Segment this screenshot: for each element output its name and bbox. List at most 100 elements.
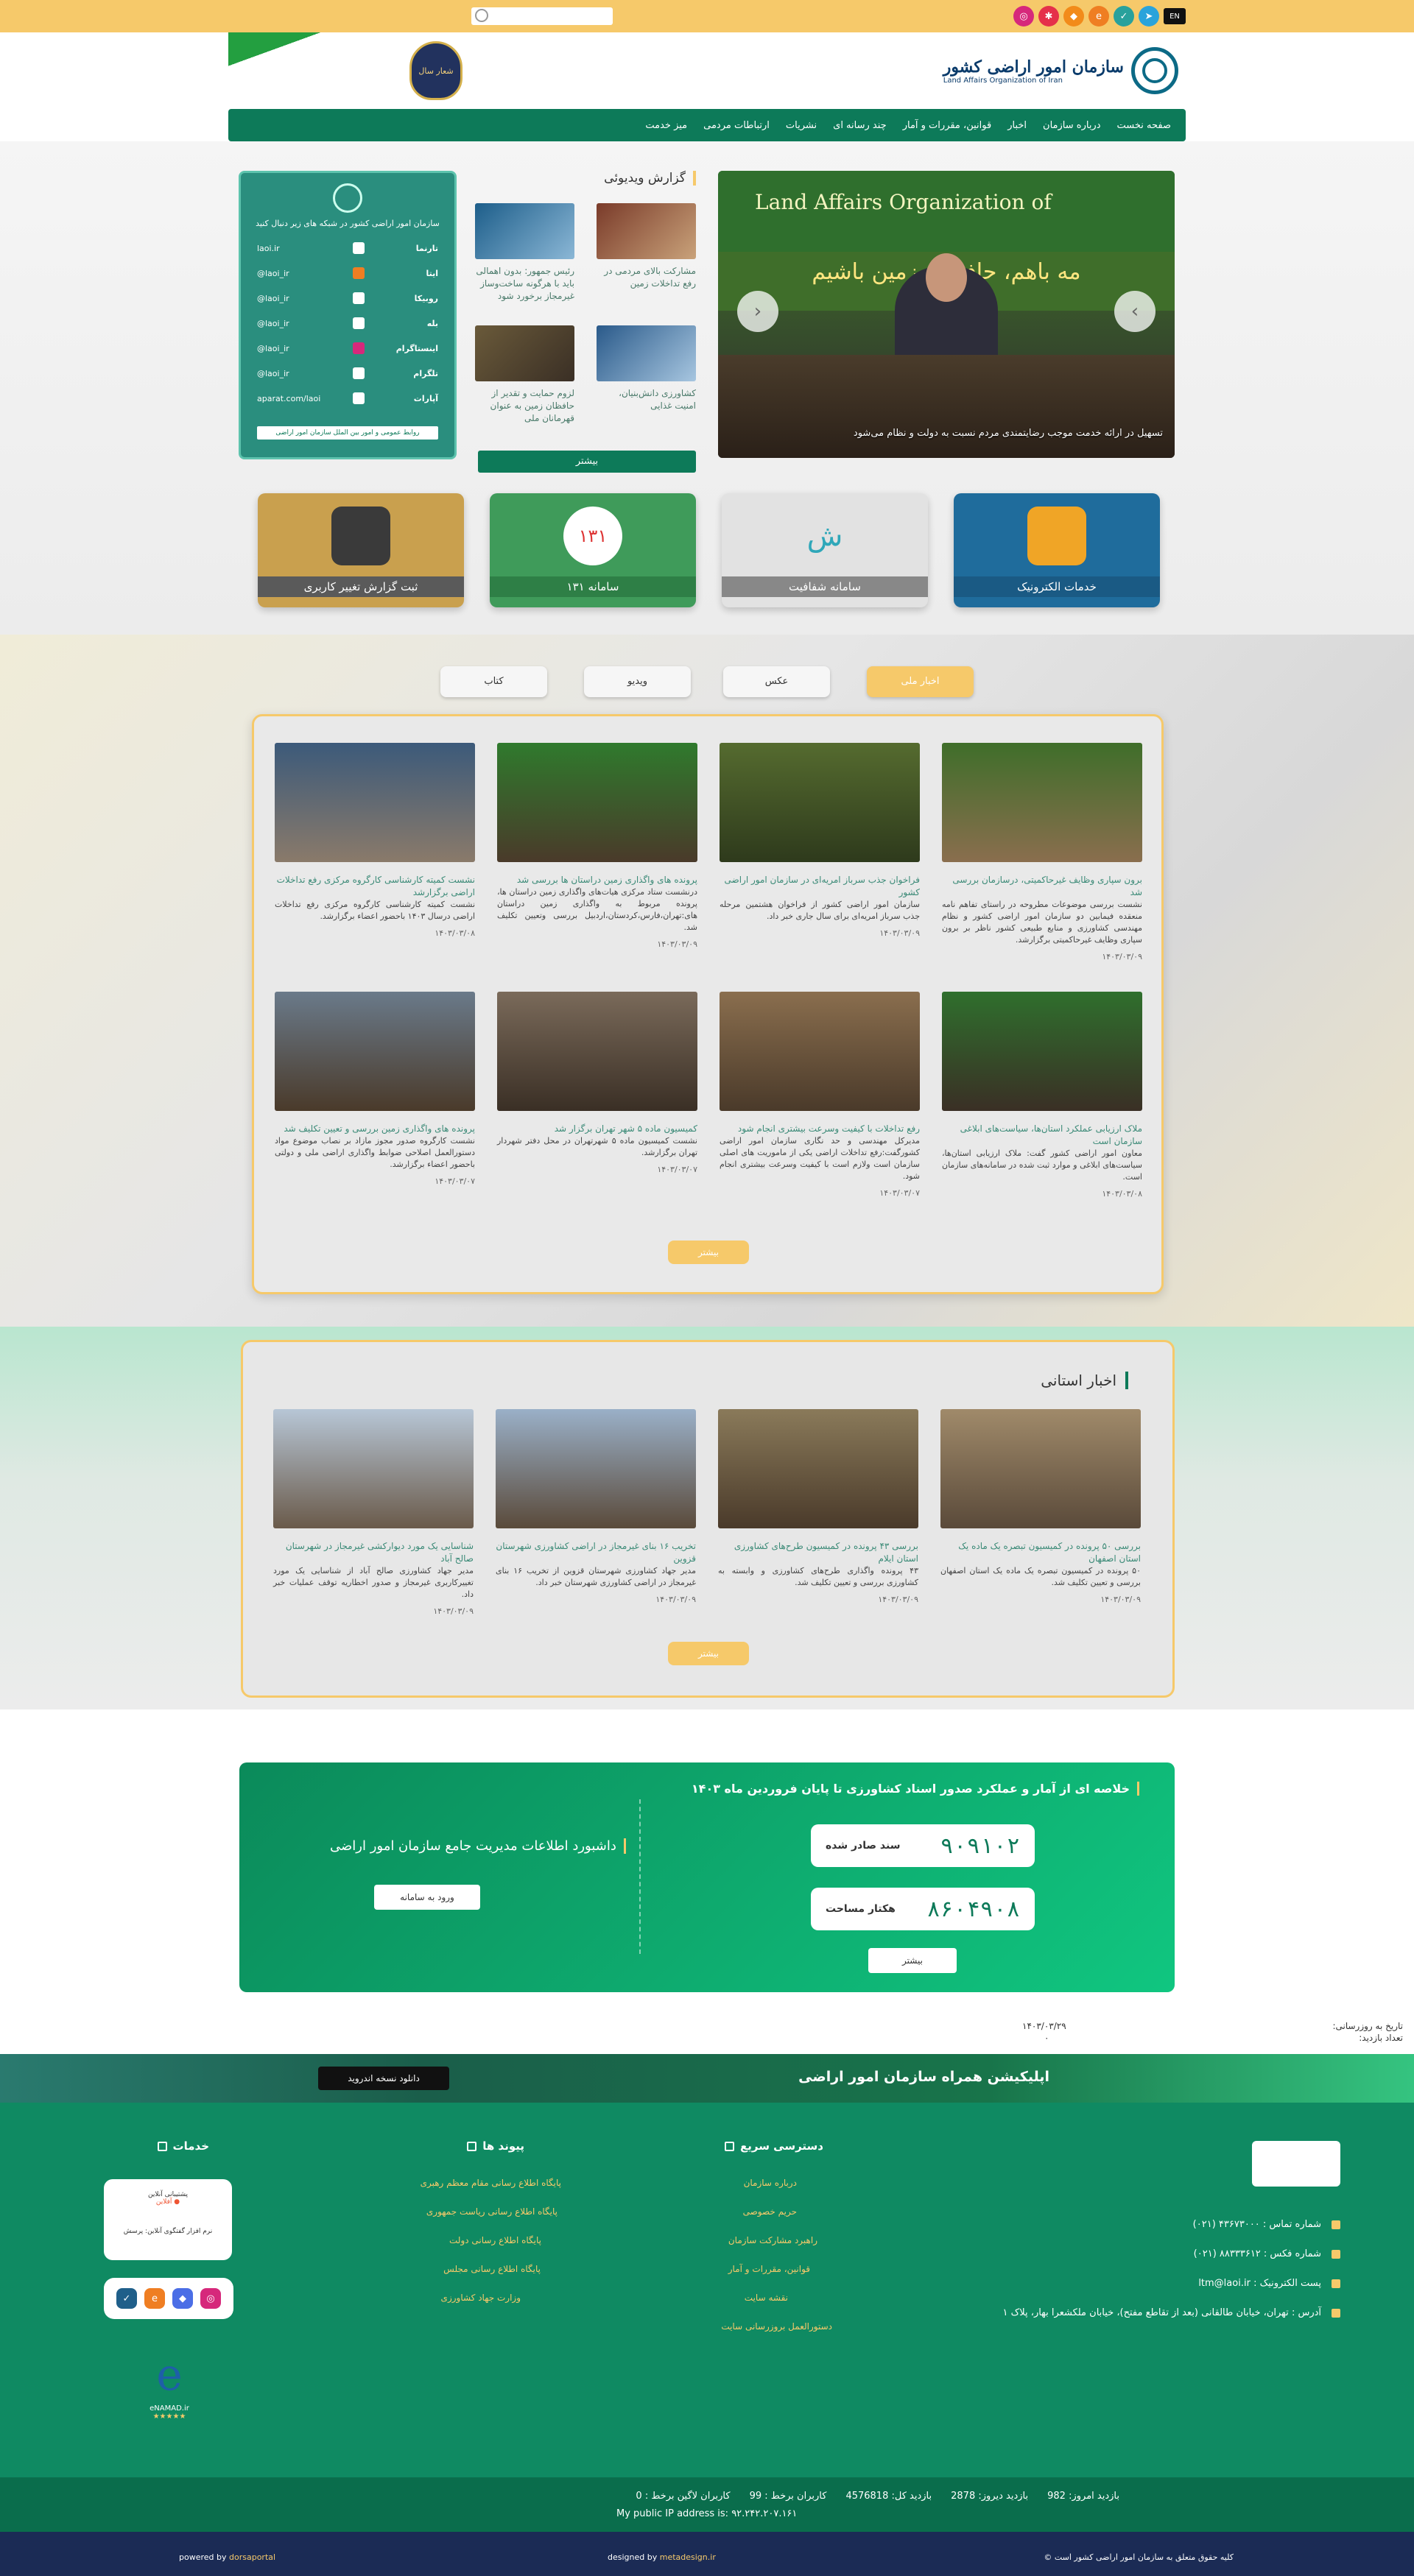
footer-link[interactable]: پایگاه اطلاع رسانی ریاست جمهوری [426,2206,557,2217]
news-title[interactable]: تخریب ۱۶ بنای غیرمجاز در اراضی کشاورزی ش… [496,1540,696,1565]
news-thumbnail[interactable] [720,992,920,1111]
social-value[interactable]: aparat.com/laoi [257,394,342,403]
footer-link[interactable]: درباره سازمان [744,2178,797,2188]
footer-link[interactable]: پایگاه اطلاع رسانی مجلس [443,2264,541,2274]
footer-link[interactable]: قوانین، مقررات و آمار [728,2264,810,2274]
tab-national-news[interactable]: اخبار ملی [867,666,974,697]
rubika-icon[interactable]: ◆ [1063,6,1084,27]
stats-more-button[interactable]: بیشتر [868,1948,957,1973]
social-row-rubika[interactable]: روبیکا @laoi_ir [241,286,454,311]
news-thumbnail[interactable] [496,1409,696,1528]
news-thumbnail[interactable] [275,992,475,1111]
language-button[interactable]: EN [1164,8,1186,24]
online-chat-widget[interactable]: پشتیبانی آنلاین ● آفلاین نرم افزار گفتگو… [104,2179,232,2260]
footer-link[interactable]: پایگاه اطلاع رسانی مقام معظم رهبری [421,2178,561,2188]
news-card[interactable]: فراخوان جذب سرباز امریه‌ای در سازمان امو… [720,743,920,938]
social-value[interactable]: @laoi_ir [257,269,342,278]
news-thumbnail[interactable] [273,1409,474,1528]
nav-news[interactable]: اخبار [1007,120,1027,131]
nav-laws[interactable]: قوانین، مقررات و آمار [903,120,992,131]
video-thumbnail[interactable] [475,325,574,381]
social-row-telegram[interactable]: تلگرام @laoi_ir [241,361,454,386]
news-card[interactable]: کمیسیون ماده ۵ شهر تهران برگزار شد نشست … [497,992,697,1174]
search-icon[interactable] [475,9,488,22]
video-item[interactable]: مشارکت بالای مردمی در رفع تداخلات زمین [597,203,696,290]
footer-logo[interactable] [1252,2141,1340,2187]
video-more-button[interactable]: بیشتر [478,451,696,473]
video-thumbnail[interactable] [597,325,696,381]
social-row-eitaa[interactable]: ایتا @laoi_ir [241,261,454,286]
news-thumbnail[interactable] [497,743,697,862]
footer-link[interactable]: وزارت جهاد کشاورزی [441,2293,521,2303]
news-title[interactable]: کمیسیون ماده ۵ شهر تهران برگزار شد [497,1123,697,1135]
news-thumbnail[interactable] [275,743,475,862]
nav-about[interactable]: درباره سازمان [1043,120,1100,131]
video-thumbnail[interactable] [597,203,696,259]
nav-multimedia[interactable]: چند رسانه ای [833,120,887,131]
news-thumbnail[interactable] [940,1409,1141,1528]
provincial-more-button[interactable]: بیشتر [668,1642,749,1665]
footer-link[interactable]: حریم خصوصی [743,2206,797,2217]
email-value[interactable]: ltm@laoi.ir [1198,2278,1251,2289]
slider-prev-button[interactable]: ‹ [737,291,778,332]
news-thumbnail[interactable] [497,992,697,1111]
bale-icon[interactable]: ✓ [116,2288,137,2309]
news-title[interactable]: بررسی ۴۳ پرونده در کمیسیون طرح‌های کشاور… [718,1540,918,1565]
news-title[interactable]: فراخوان جذب سرباز امریه‌ای در سازمان امو… [720,874,920,899]
bale-icon[interactable]: ✓ [1114,6,1134,27]
news-thumbnail[interactable] [942,992,1142,1111]
social-value[interactable]: @laoi_ir [257,294,342,303]
social-row-website[interactable]: تارنما laoi.ir [241,236,454,261]
social-row-bale[interactable]: بله @laoi_ir [241,311,454,336]
news-title[interactable]: ملاک ارزیابی عملکرد استان‌ها، سیاست‌های … [942,1123,1142,1148]
nav-home[interactable]: صفحه نخست [1117,120,1171,131]
nav-service-desk[interactable]: میز خدمت [645,120,687,131]
video-title[interactable]: لزوم حمایت و تقدیر از حافظان زمین به عنو… [475,387,574,425]
news-title[interactable]: برون سپاری وظایف غیرحاکمیتی، درسازمان بر… [942,874,1142,899]
aparat-icon[interactable]: ✱ [1038,6,1059,27]
tab-video[interactable]: ویدیو [584,666,691,697]
telegram-icon[interactable]: ➤ [1139,6,1159,27]
news-card[interactable]: بررسی ۵۰ پرونده در کمیسیون تبصره یک ماده… [940,1409,1141,1604]
android-download-button[interactable]: دانلود نسخه اندروید [318,2067,449,2090]
service-land-use-report[interactable]: ثبت گزارش تغییر کاربری [258,493,464,607]
footer-link[interactable]: دستورالعمل بروزرسانی سایت [721,2321,832,2332]
service-transparency[interactable]: ش سامانه شفافیت [722,493,928,607]
news-card[interactable]: تخریب ۱۶ بنای غیرمجاز در اراضی کشاورزی ش… [496,1409,696,1604]
social-row-aparat[interactable]: آپارات aparat.com/laoi [241,386,454,411]
news-title[interactable]: پرونده های واگذاری زمین بررسی و تعیین تک… [275,1123,475,1135]
social-row-instagram[interactable]: اینستاگرام @laoi_ir [241,336,454,361]
news-title[interactable]: نشست کمیته کارشناسی کارگروه مرکزی رفع تد… [275,874,475,899]
nav-public-relations[interactable]: ارتباطات مردمی [703,120,770,131]
site-logo[interactable]: سازمان امور اراضی کشور Land Affairs Orga… [943,47,1178,94]
news-card[interactable]: شناسایی یک مورد دیوارکشی غیرمجاز در شهرس… [273,1409,474,1616]
news-slider[interactable]: Land Affairs Organization of مه باهم، حا… [718,171,1175,458]
footer-link[interactable]: راهبرد مشارکت سازمان [728,2235,817,2245]
news-card[interactable]: نشست کمیته کارشناسی کارگروه مرکزی رفع تد… [275,743,475,938]
national-news-more-button[interactable]: بیشتر [668,1241,749,1264]
tab-photo[interactable]: عکس [723,666,830,697]
news-card[interactable]: پرونده های واگذاری زمین بررسی و تعیین تک… [275,992,475,1186]
news-title[interactable]: بررسی ۵۰ پرونده در کمیسیون تبصره یک ماده… [940,1540,1141,1565]
video-thumbnail[interactable] [475,203,574,259]
footer-link[interactable]: نقشه سایت [745,2293,788,2303]
video-title[interactable]: مشارکت بالای مردمی در رفع تداخلات زمین [597,265,696,290]
slider-next-button[interactable]: › [1114,291,1156,332]
service-e-services[interactable]: خدمات الکترونیک [954,493,1160,607]
footer-link[interactable]: پایگاه اطلاع رسانی دولت [449,2235,541,2245]
news-card[interactable]: رفع تداخلات با کیفیت وسرعت بیشتری انجام … [720,992,920,1198]
designed-by-link[interactable]: metadesign.ir [660,2552,716,2562]
eitaa-icon[interactable]: e [1088,6,1109,27]
instagram-icon[interactable]: ◎ [200,2288,221,2309]
slider-caption[interactable]: تسهیل در ارائه خدمت موجب رضایتمندی مردم … [854,428,1163,439]
social-value[interactable]: @laoi_ir [257,344,342,353]
video-item[interactable]: رئیس جمهور: بدون اهمالی باید با هرگونه س… [475,203,574,303]
news-title[interactable]: رفع تداخلات با کیفیت وسرعت بیشتری انجام … [720,1123,920,1135]
eitaa-icon[interactable]: e [144,2288,165,2309]
news-thumbnail[interactable] [718,1409,918,1528]
enamad-badge[interactable]: e eNAMAD.ir ★★★★★ [133,2346,206,2427]
news-thumbnail[interactable] [720,743,920,862]
video-item[interactable]: کشاورزی دانش‌بنیان، امنیت غذایی [597,325,696,412]
news-title[interactable]: شناسایی یک مورد دیوارکشی غیرمجاز در شهرس… [273,1540,474,1565]
news-card[interactable]: برون سپاری وظایف غیرحاکمیتی، درسازمان بر… [942,743,1142,961]
